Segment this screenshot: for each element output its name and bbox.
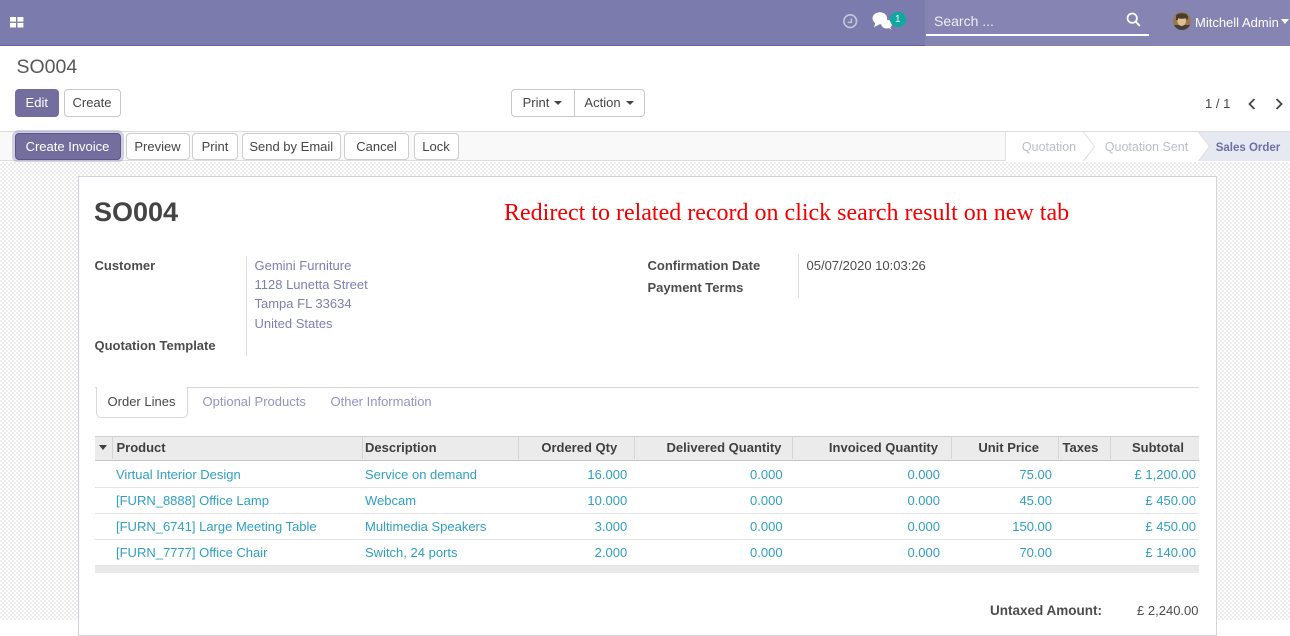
svg-text:Quotation: Quotation	[1021, 140, 1075, 154]
svg-text:Quotation Sent: Quotation Sent	[1104, 140, 1188, 154]
svg-text:Sales Order: Sales Order	[1215, 142, 1280, 154]
